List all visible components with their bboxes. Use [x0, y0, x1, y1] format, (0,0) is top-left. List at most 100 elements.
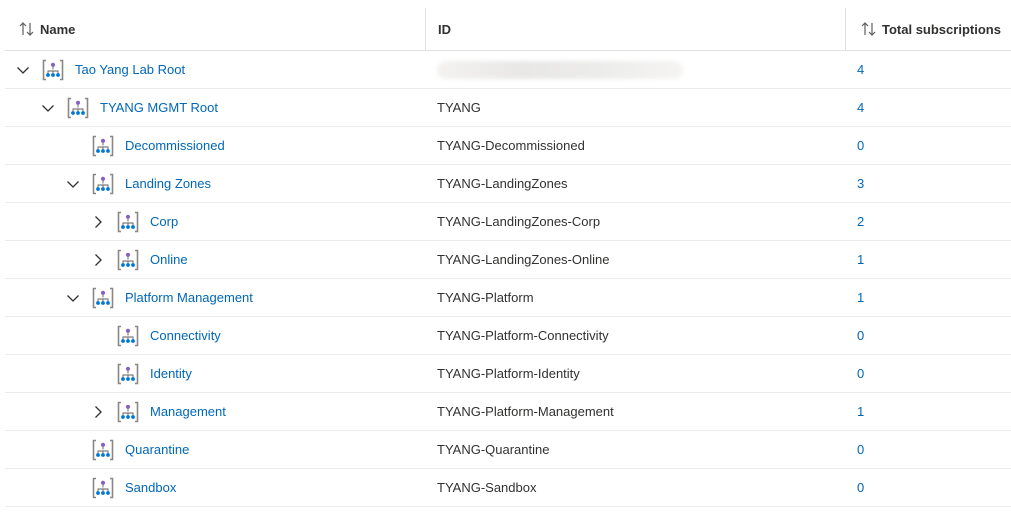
subscription-count-link[interactable]: 1: [857, 404, 864, 419]
table-row[interactable]: Quarantine TYANG-Quarantine 0: [5, 431, 1011, 469]
management-group-name-link[interactable]: Landing Zones: [125, 176, 211, 191]
management-group-icon: [91, 438, 115, 462]
management-group-icon: [116, 210, 140, 234]
management-group-name-link[interactable]: Online: [150, 252, 188, 267]
column-header-name-label: Name: [40, 21, 76, 37]
management-group-icon: [116, 324, 140, 348]
name-cell: Decommissioned: [5, 127, 485, 164]
management-group-name-link[interactable]: Identity: [150, 366, 192, 381]
management-group-id: TYANG-Platform-Identity: [437, 366, 580, 381]
management-group-name-link[interactable]: Connectivity: [150, 328, 221, 343]
name-cell: Sandbox: [5, 469, 485, 506]
table-row[interactable]: Identity TYANG-Platform-Identity 0: [5, 355, 1011, 393]
id-cell: TYANG-Decommissioned: [437, 127, 837, 164]
management-group-id: TYANG: [437, 100, 481, 115]
subscriptions-cell: 0: [857, 355, 1007, 392]
chevron-down-icon[interactable]: [65, 290, 81, 306]
management-group-name-link[interactable]: Corp: [150, 214, 178, 229]
table-row[interactable]: Tao Yang Lab Root 4: [5, 51, 1011, 89]
name-cell: TYANG MGMT Root: [5, 89, 460, 126]
subscriptions-cell: 3: [857, 165, 1007, 202]
name-cell: Identity: [5, 355, 510, 392]
subscription-count-link[interactable]: 1: [857, 290, 864, 305]
sort-icon[interactable]: [860, 21, 878, 37]
table-row[interactable]: Sandbox TYANG-Sandbox 0: [5, 469, 1011, 507]
management-group-icon: [91, 286, 115, 310]
id-cell: TYANG: [437, 89, 837, 126]
name-cell: Corp: [5, 203, 510, 240]
subscription-count-link[interactable]: 2: [857, 214, 864, 229]
id-cell: TYANG-Quarantine: [437, 431, 837, 468]
management-group-id: TYANG-LandingZones: [437, 176, 568, 191]
management-group-id: TYANG-Platform-Connectivity: [437, 328, 609, 343]
subscription-count-link[interactable]: 4: [857, 100, 864, 115]
subscription-count-link[interactable]: 0: [857, 328, 864, 343]
chevron-down-icon[interactable]: [65, 176, 81, 192]
chevron-down-icon[interactable]: [15, 62, 31, 78]
name-cell: Tao Yang Lab Root: [5, 51, 435, 88]
management-group-name-link[interactable]: Platform Management: [125, 290, 253, 305]
management-group-icon: [66, 96, 90, 120]
management-group-icon: [41, 58, 65, 82]
column-header-id[interactable]: ID: [425, 8, 858, 50]
table-row[interactable]: Management TYANG-Platform-Management 1: [5, 393, 1011, 431]
name-cell: Connectivity: [5, 317, 510, 354]
management-group-name-link[interactable]: Sandbox: [125, 480, 176, 495]
table-row[interactable]: TYANG MGMT Root TYANG 4: [5, 89, 1011, 127]
management-group-icon: [91, 476, 115, 500]
chevron-right-icon[interactable]: [90, 214, 106, 230]
id-cell: TYANG-Platform-Management: [437, 393, 837, 430]
column-header-name[interactable]: Name: [5, 8, 438, 50]
table-row[interactable]: Platform Management TYANG-Platform 1: [5, 279, 1011, 317]
chevron-right-icon[interactable]: [90, 252, 106, 268]
name-cell: Quarantine: [5, 431, 485, 468]
management-groups-grid: Name ID Total subscriptions Tao Yang Lab…: [5, 8, 1011, 507]
table-row[interactable]: Corp TYANG-LandingZones-Corp 2: [5, 203, 1011, 241]
chevron-down-icon[interactable]: [40, 100, 56, 116]
redacted-id: [437, 60, 683, 79]
table-row[interactable]: Connectivity TYANG-Platform-Connectivity 0: [5, 317, 1011, 355]
subscription-count-link[interactable]: 0: [857, 480, 864, 495]
subscriptions-cell: 1: [857, 279, 1007, 316]
management-group-icon: [91, 134, 115, 158]
management-group-id: TYANG-LandingZones-Online: [437, 252, 610, 267]
id-cell: [437, 51, 837, 88]
id-cell: TYANG-Platform: [437, 279, 837, 316]
table-row[interactable]: Landing Zones TYANG-LandingZones 3: [5, 165, 1011, 203]
management-group-name-link[interactable]: Management: [150, 404, 226, 419]
column-header-id-label: ID: [438, 21, 451, 37]
management-group-name-link[interactable]: Quarantine: [125, 442, 189, 457]
id-cell: TYANG-Platform-Connectivity: [437, 317, 837, 354]
subscriptions-cell: 0: [857, 317, 1007, 354]
grid-body: Tao Yang Lab Root 4 TYANG MGMT Root TYANG 4 D…: [5, 51, 1011, 507]
column-header-subscriptions[interactable]: Total subscriptions: [845, 8, 1011, 50]
id-cell: TYANG-LandingZones: [437, 165, 837, 202]
management-group-icon: [116, 248, 140, 272]
subscriptions-cell: 4: [857, 89, 1007, 126]
sort-icon[interactable]: [18, 21, 36, 37]
subscriptions-cell: 2: [857, 203, 1007, 240]
table-row[interactable]: Online TYANG-LandingZones-Online 1: [5, 241, 1011, 279]
management-group-name-link[interactable]: Decommissioned: [125, 138, 225, 153]
management-group-name-link[interactable]: Tao Yang Lab Root: [75, 62, 185, 77]
subscription-count-link[interactable]: 0: [857, 366, 864, 381]
chevron-right-icon[interactable]: [90, 404, 106, 420]
management-group-icon: [91, 172, 115, 196]
name-cell: Online: [5, 241, 510, 278]
management-group-id: TYANG-Platform: [437, 290, 534, 305]
grid-header: Name ID Total subscriptions: [5, 8, 1011, 51]
management-group-id: TYANG-LandingZones-Corp: [437, 214, 601, 229]
subscription-count-link[interactable]: 1: [857, 252, 864, 267]
management-group-id: TYANG-Sandbox: [437, 480, 537, 495]
column-header-subscriptions-label: Total subscriptions: [882, 21, 1001, 37]
id-cell: TYANG-LandingZones-Corp: [437, 203, 837, 240]
subscription-count-link[interactable]: 0: [857, 138, 864, 153]
subscription-count-link[interactable]: 3: [857, 176, 864, 191]
id-cell: TYANG-LandingZones-Online: [437, 241, 837, 278]
subscriptions-cell: 0: [857, 127, 1007, 164]
subscription-count-link[interactable]: 4: [857, 62, 864, 77]
management-group-name-link[interactable]: TYANG MGMT Root: [100, 100, 218, 115]
table-row[interactable]: Decommissioned TYANG-Decommissioned 0: [5, 127, 1011, 165]
subscriptions-cell: 4: [857, 51, 1007, 88]
subscription-count-link[interactable]: 0: [857, 442, 864, 457]
